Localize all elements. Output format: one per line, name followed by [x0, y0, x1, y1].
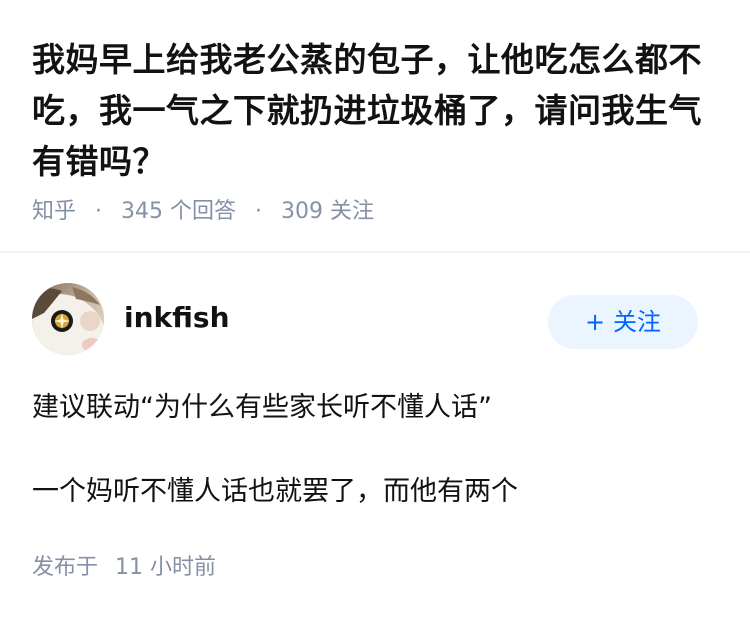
followers-count: 309: [281, 199, 324, 224]
avatar-cat-image: [32, 283, 104, 355]
followers-label: 关注: [330, 199, 375, 224]
section-divider: [0, 251, 750, 253]
answers-count: 345: [121, 199, 164, 224]
meta-separator: ·: [95, 199, 103, 224]
question-header: 我妈早上给我老公蒸的包子，让他吃怎么都不吃，我一气之下就扔进垃圾桶了，请问我生气…: [32, 34, 722, 187]
answer-paragraph: 建议联动“为什么有些家长听不懂人话”: [32, 392, 492, 423]
plus-icon: +: [584, 308, 606, 336]
answer-timestamp: 发布于 11 小时前: [32, 552, 216, 584]
answer-paragraph: 一个妈听不懂人话也就罢了，而他有两个: [32, 476, 518, 507]
follow-button[interactable]: + 关注: [548, 295, 698, 349]
author-name[interactable]: inkfish: [124, 300, 230, 336]
published-label: 发布于: [32, 555, 99, 580]
published-time: 11 小时前: [115, 555, 217, 580]
question-title[interactable]: 我妈早上给我老公蒸的包子，让他吃怎么都不吃，我一气之下就扔进垃圾桶了，请问我生气…: [32, 34, 722, 187]
answers-label: 个回答: [170, 199, 237, 224]
avatar[interactable]: [32, 283, 104, 355]
follow-button-label: 关注: [613, 308, 662, 336]
meta-separator: ·: [255, 199, 263, 224]
source-label[interactable]: 知乎: [32, 196, 76, 228]
question-meta: 知乎 · 345 个回答 · 309 关注: [32, 196, 374, 228]
